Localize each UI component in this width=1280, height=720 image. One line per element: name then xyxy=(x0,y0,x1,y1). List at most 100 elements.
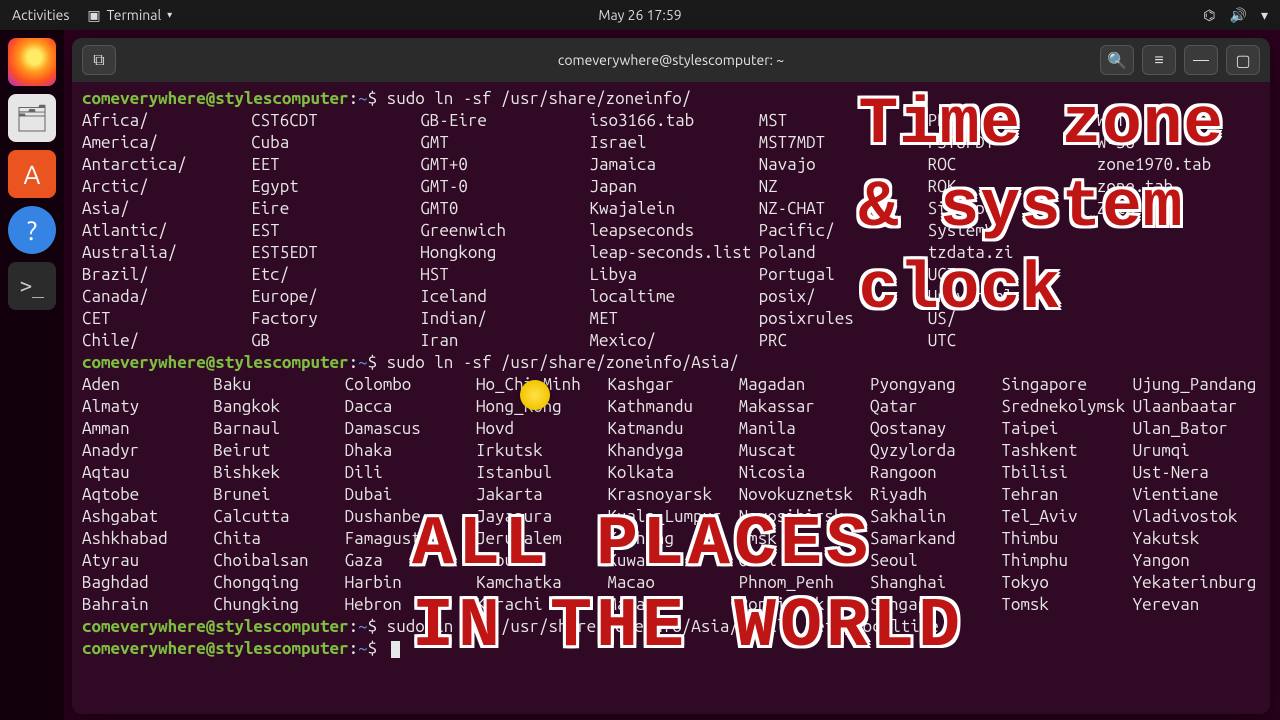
list-item: Urumqi xyxy=(1133,440,1260,462)
command-2: sudo ln -sf /usr/share/zoneinfo/Asia/ xyxy=(387,353,739,372)
minimize-button[interactable]: — xyxy=(1184,45,1218,75)
list-item: EST xyxy=(251,220,414,242)
list-item: Kwajalein xyxy=(589,198,752,220)
list-item: Tomsk xyxy=(1001,594,1128,616)
list-item: PRC xyxy=(759,330,922,352)
list-item xyxy=(1097,330,1260,352)
list-item: Choibalsan xyxy=(213,550,340,572)
list-item: Vladivostok xyxy=(1133,506,1260,528)
list-item: Riyadh xyxy=(870,484,997,506)
list-item: Greenwich xyxy=(420,220,583,242)
list-item: Dhaka xyxy=(345,440,472,462)
list-item: Bahrain xyxy=(82,594,209,616)
list-item: EET xyxy=(251,154,414,176)
list-item: Makassar xyxy=(739,396,866,418)
list-item: Muscat xyxy=(739,440,866,462)
list-item: Istanbul xyxy=(476,462,603,484)
list-item: Ust-Nera xyxy=(1133,462,1260,484)
list-item: GMT+0 xyxy=(420,154,583,176)
list-item: Kathmandu xyxy=(607,396,734,418)
list-item: Rangoon xyxy=(870,462,997,484)
list-item: Damascus xyxy=(345,418,472,440)
list-item: Japan xyxy=(589,176,752,198)
list-item: GMT-0 xyxy=(420,176,583,198)
window-title: comeverywhere@stylescomputer: ~ xyxy=(558,52,784,68)
power-icon[interactable]: ▾ xyxy=(1261,7,1268,24)
list-item: Novokuznetsk xyxy=(739,484,866,506)
dock-files-icon[interactable]: 🗂 xyxy=(8,94,56,142)
list-item: Arctic/ xyxy=(82,176,245,198)
overlay-title-1: Time zone & system clock xyxy=(859,84,1224,332)
list-item: Qostanay xyxy=(870,418,997,440)
dock-software-icon[interactable]: A xyxy=(8,150,56,198)
list-item: Africa/ xyxy=(82,110,245,132)
list-item: Dacca xyxy=(345,396,472,418)
list-item: Beirut xyxy=(213,440,340,462)
list-item: Chongqing xyxy=(213,572,340,594)
list-item: Anadyr xyxy=(82,440,209,462)
window-titlebar: ⧉ comeverywhere@stylescomputer: ~ 🔍 ≡ — … xyxy=(72,38,1270,82)
list-item: Antarctica/ xyxy=(82,154,245,176)
hamburger-menu-button[interactable]: ≡ xyxy=(1142,45,1176,75)
list-item: leapseconds xyxy=(589,220,752,242)
list-item: UTC xyxy=(928,330,1091,352)
list-item: Jamaica xyxy=(589,154,752,176)
list-item: America/ xyxy=(82,132,245,154)
list-item: Hongkong xyxy=(420,242,583,264)
list-item: Yerevan xyxy=(1133,594,1260,616)
dock-firefox-icon[interactable] xyxy=(8,38,56,86)
dock-help-icon[interactable]: ? xyxy=(8,206,56,254)
list-item: Vientiane xyxy=(1133,484,1260,506)
list-item: Atlantic/ xyxy=(82,220,245,242)
list-item: Etc/ xyxy=(251,264,414,286)
list-item: EST5EDT xyxy=(251,242,414,264)
list-item: Hovd xyxy=(476,418,603,440)
list-item: Dili xyxy=(345,462,472,484)
list-item: Calcutta xyxy=(213,506,340,528)
search-button[interactable]: 🔍 xyxy=(1100,45,1134,75)
dock: 🗂 A ? >_ xyxy=(0,30,64,720)
list-item: GMT xyxy=(420,132,583,154)
list-item: Kolkata xyxy=(607,462,734,484)
list-item: Jakarta xyxy=(476,484,603,506)
list-item: Tashkent xyxy=(1001,440,1128,462)
list-item: Pyongyang xyxy=(870,374,997,396)
app-menu[interactable]: ▣ Terminal ▾ xyxy=(87,7,172,24)
new-tab-button[interactable]: ⧉ xyxy=(82,45,116,75)
list-item: Israel xyxy=(589,132,752,154)
list-item: Baghdad xyxy=(82,572,209,594)
list-item: Atyrau xyxy=(82,550,209,572)
list-item: Manila xyxy=(739,418,866,440)
list-item: localtime xyxy=(589,286,752,308)
list-item: Kashgar xyxy=(607,374,734,396)
list-item: Canada/ xyxy=(82,286,245,308)
list-item: Taipei xyxy=(1001,418,1128,440)
terminal-icon: ▣ xyxy=(87,7,100,24)
list-item: Dubai xyxy=(345,484,472,506)
list-item: Srednekolymsk xyxy=(1001,396,1128,418)
list-item: Egypt xyxy=(251,176,414,198)
activities-button[interactable]: Activities xyxy=(12,7,69,23)
list-item: Brunei xyxy=(213,484,340,506)
list-item: Singapore xyxy=(1001,374,1128,396)
list-item: Chungking xyxy=(213,594,340,616)
list-item: Indian/ xyxy=(420,308,583,330)
clock[interactable]: May 26 17:59 xyxy=(598,7,681,23)
network-icon[interactable]: ⌬ xyxy=(1203,7,1215,24)
list-item: Nicosia xyxy=(739,462,866,484)
list-item: Yekaterinburg xyxy=(1133,572,1260,594)
dock-terminal-icon[interactable]: >_ xyxy=(8,262,56,310)
app-menu-label: Terminal xyxy=(107,7,162,23)
list-item: Iceland xyxy=(420,286,583,308)
list-item: Colombo xyxy=(345,374,472,396)
list-item: Iran xyxy=(420,330,583,352)
list-item: Mexico/ xyxy=(589,330,752,352)
prompt-line-2: comeverywhere@stylescomputer:~$ sudo ln … xyxy=(82,352,1260,374)
maximize-button[interactable]: ▢ xyxy=(1226,45,1260,75)
list-item: Thimphu xyxy=(1001,550,1128,572)
list-item: Ulan_Bator xyxy=(1133,418,1260,440)
list-item: Amman xyxy=(82,418,209,440)
volume-icon[interactable]: 🔊 xyxy=(1230,7,1247,24)
list-item: GMT0 xyxy=(420,198,583,220)
list-item: MET xyxy=(589,308,752,330)
